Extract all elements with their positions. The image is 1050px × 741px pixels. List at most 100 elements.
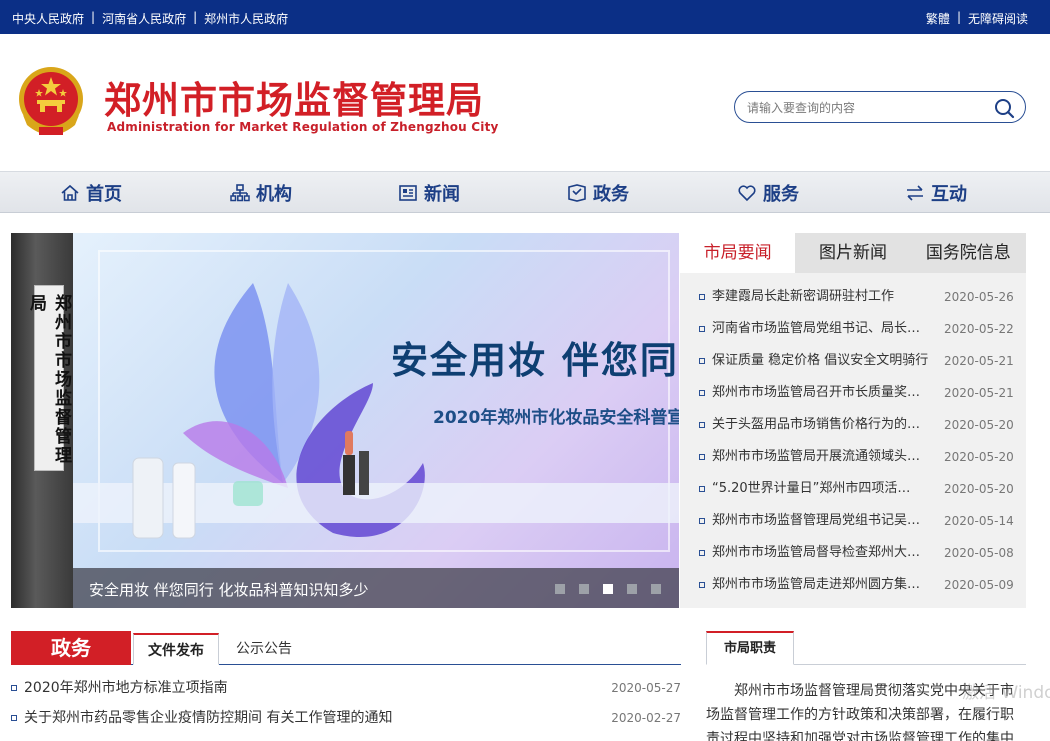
link-henan-gov[interactable]: 河南省人民政府 [102,10,186,27]
top-bar: 中央人民政府 | 河南省人民政府 | 郑州市人民政府 繁體 | 无障碍阅读 [0,0,1050,34]
list-item[interactable]: 郑州市市场监管局开展流通领域头… 2020-05-20 [680,441,1026,473]
site-subtitle: Administration for Market Regulation of … [107,120,499,134]
nav-item-home[interactable]: 首页 [60,172,122,214]
gov-affairs-header: 政务 文件发布 公示公告 [11,629,681,665]
nav-label: 机构 [256,184,292,205]
news-title: 保证质量 稳定价格 倡议安全文明骑行 [712,353,929,368]
bureau-duties-section: 市局职责 郑州市市场监督管理局贯彻落实党中央关于市场监督管理工作的方针政策和决策… [706,629,1026,741]
doc-date: 2020-05-27 [611,681,681,695]
news-title: 郑州市市场监管局走进郑州圆方集… [712,577,921,592]
carousel-dot[interactable] [555,584,565,594]
banner-caption[interactable]: 安全用妆 伴您同行 化妆品科普知识知多少 [89,579,369,600]
banner-caption-bar: 安全用妆 伴您同行 化妆品科普知识知多少 [73,568,679,608]
list-item[interactable]: 关于郑州市药品零售企业疫情防控期间 有关工作管理的通知 2020-02-27 [11,703,681,733]
tab-photo-news[interactable]: 图片新闻 [795,233,910,273]
tab-bureau-duties[interactable]: 市局职责 [706,631,794,665]
doc-title: 2020年郑州市地方标准立项指南 [24,680,228,696]
link-zhengzhou-gov[interactable]: 郑州市人民政府 [204,10,288,27]
nav-item-interaction[interactable]: 互动 [905,172,967,214]
banner-image: 安全用妆 伴您同行 2020年郑州市化妆品安全科普宣传周 [73,233,679,608]
document-icon [568,184,586,202]
search-input[interactable] [747,98,987,118]
news-title: 郑州市市场监管局召开市长质量奖… [712,385,921,400]
list-item[interactable]: 李建霞局长赴新密调研驻村工作 2020-05-26 [680,281,1026,313]
news-panel: 市局要闻 图片新闻 国务院信息 李建霞局长赴新密调研驻村工作 2020-05-26… [680,233,1026,608]
nav-label: 首页 [86,184,122,205]
list-item[interactable]: 郑州市市场监管局督导检查郑州大… 2020-05-08 [680,537,1026,569]
tab-public-notice[interactable]: 公示公告 [221,633,307,665]
news-title: “5.20世界计量日”郑州市四项活… [712,481,911,496]
search-box [734,91,1026,123]
news-date: 2020-05-20 [944,450,1014,464]
gov-doc-list: 2020年郑州市地方标准立项指南 2020-05-27 关于郑州市药品零售企业疫情… [11,673,681,733]
nav-item-news[interactable]: 新闻 [398,172,460,214]
banner-headline: 安全用妆 伴您同行 [391,339,679,382]
nav-label: 服务 [763,184,799,205]
list-item[interactable]: 保证质量 稳定价格 倡议安全文明骑行 2020-05-21 [680,345,1026,377]
carousel-dot[interactable] [651,584,661,594]
nav-item-organization[interactable]: 机构 [230,172,292,214]
news-title: 关于头盔用品市场销售价格行为的… [712,417,921,432]
site-title: 郑州市市场监督管理局 [104,79,484,122]
arrows-icon [907,185,923,201]
bullet-icon [11,685,17,691]
name-plaque: 郑州市市场监督管理局 [26,285,71,471]
banner-carousel[interactable]: 郑州市市场监督管理局 安全用妆 伴您同行 2020年郑州市化妆品安全科普宣传周 … [11,233,679,608]
main-nav: 首页 机构 新闻 政务 服务 互动 [0,171,1050,213]
bullet-icon [699,454,705,460]
nav-item-gov-affairs[interactable]: 政务 [567,172,629,214]
news-date: 2020-05-08 [944,546,1014,560]
bullet-icon [699,486,705,492]
tab-file-release[interactable]: 文件发布 [133,633,219,665]
bullet-icon [699,550,705,556]
building-pillar: 郑州市市场监督管理局 [11,233,73,608]
heart-icon [738,185,756,202]
link-accessible-reading[interactable]: 无障碍阅读 [968,10,1028,27]
search-icon[interactable] [993,97,1015,119]
carousel-dot[interactable] [579,584,589,594]
separator: | [193,10,198,24]
section-label: 政务 [11,631,131,665]
bullet-icon [11,715,17,721]
org-chart-icon [230,184,250,202]
list-item[interactable]: 郑州市市场监管局召开市长质量奖… 2020-05-21 [680,377,1026,409]
list-item[interactable]: 郑州市市场监管局走进郑州圆方集… 2020-05-09 [680,569,1026,601]
bullet-icon [699,518,705,524]
carousel-dot-active[interactable] [603,584,613,594]
news-title: 郑州市市场监督管理局党组书记吴… [712,513,921,528]
news-date: 2020-05-09 [944,578,1014,592]
doc-date: 2020-02-27 [611,711,681,725]
banner-subline: 2020年郑州市化妆品安全科普宣传周 [433,408,679,428]
news-date: 2020-05-14 [944,514,1014,528]
news-date: 2020-05-21 [944,354,1014,368]
list-item[interactable]: 关于头盔用品市场销售价格行为的… 2020-05-20 [680,409,1026,441]
carousel-dots [555,584,661,594]
list-item[interactable]: “5.20世界计量日”郑州市四项活… 2020-05-20 [680,473,1026,505]
bullet-icon [699,326,705,332]
news-title: 河南省市场监管局党组书记、局长… [712,321,921,336]
link-traditional-chinese[interactable]: 繁體 [926,10,950,27]
newspaper-icon [399,185,417,201]
bullet-icon [699,582,705,588]
gov-affairs-section: 政务 文件发布 公示公告 2020年郑州市地方标准立项指南 2020-05-27 … [11,629,681,741]
nav-label: 政务 [593,184,629,205]
gov-links: 中央人民政府 | 河南省人民政府 | 郑州市人民政府 [12,10,288,27]
nav-item-services[interactable]: 服务 [737,172,799,214]
news-date: 2020-05-26 [944,290,1014,304]
bullet-icon [699,422,705,428]
news-title: 李建霞局长赴新密调研驻村工作 [712,289,895,304]
nav-label: 新闻 [424,184,460,205]
list-item[interactable]: 河南省市场监管局党组书记、局长… 2020-05-22 [680,313,1026,345]
link-central-gov[interactable]: 中央人民政府 [12,10,84,27]
tab-state-council-info[interactable]: 国务院信息 [911,233,1026,273]
news-title: 郑州市市场监管局督导检查郑州大… [712,545,921,560]
news-date: 2020-05-20 [944,482,1014,496]
list-item[interactable]: 2020年郑州市地方标准立项指南 2020-05-27 [11,673,681,703]
separator: | [91,10,96,24]
tab-bureau-news[interactable]: 市局要闻 [680,233,796,273]
accessibility-links: 繁體 | 无障碍阅读 [926,10,1028,27]
home-icon [61,184,79,201]
list-item[interactable]: 郑州市市场监督管理局党组书记吴… 2020-05-14 [680,505,1026,537]
separator: | [956,10,961,24]
carousel-dot[interactable] [627,584,637,594]
